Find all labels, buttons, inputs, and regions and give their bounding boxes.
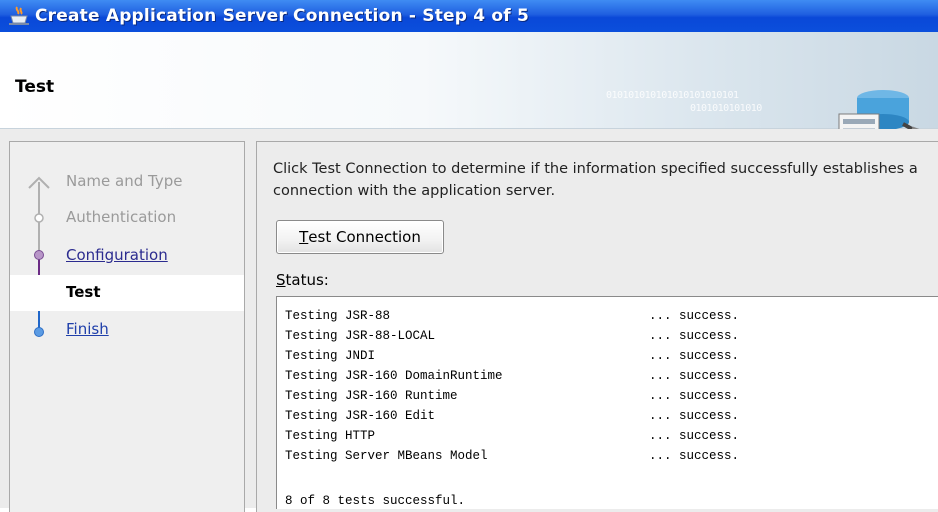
wizard-steps-panel: Name and Type Authentication Configurati… bbox=[9, 141, 245, 512]
step-label: Test bbox=[66, 283, 101, 301]
step-label[interactable]: Configuration bbox=[66, 246, 168, 264]
result-name: Testing JSR-160 DomainRuntime bbox=[285, 369, 503, 383]
step-name-and-type: Name and Type bbox=[10, 164, 244, 200]
result-status: ... success. bbox=[649, 449, 740, 463]
step-label: Name and Type bbox=[66, 172, 183, 190]
result-name: Testing JSR-160 Runtime bbox=[285, 389, 458, 403]
result-name: Testing JSR-160 Edit bbox=[285, 409, 436, 423]
status-label: Status: bbox=[276, 271, 329, 289]
status-output[interactable]: Testing JSR-88 ... success. Testing JSR-8… bbox=[276, 296, 938, 509]
step-finish[interactable]: Finish bbox=[10, 312, 244, 348]
window-titlebar[interactable]: Create Application Server Connection - S… bbox=[0, 0, 938, 32]
page-title: Test bbox=[15, 77, 55, 97]
step-label: Authentication bbox=[66, 208, 177, 226]
window-title: Create Application Server Connection - S… bbox=[35, 6, 530, 26]
step-authentication: Authentication bbox=[10, 200, 244, 236]
result-name: Testing Server MBeans Model bbox=[285, 449, 488, 463]
step-test: Test bbox=[10, 275, 244, 311]
results-summary: 8 of 8 tests successful. bbox=[285, 494, 466, 508]
result-status: ... success. bbox=[649, 429, 740, 443]
button-mnemonic: T bbox=[299, 228, 309, 246]
result-status: ... success. bbox=[649, 369, 740, 383]
step-configuration[interactable]: Configuration bbox=[10, 238, 244, 274]
result-status: ... success. bbox=[649, 389, 740, 403]
result-status: ... success. bbox=[649, 329, 740, 343]
result-name: Testing JNDI bbox=[285, 349, 376, 363]
button-label: est Connection bbox=[308, 228, 421, 246]
result-status: ... success. bbox=[649, 409, 740, 423]
intro-text: Click Test Connection to determine if th… bbox=[273, 161, 918, 199]
wizard-header: Test 010101010101010101010101 0101010101… bbox=[0, 32, 938, 151]
step-label[interactable]: Finish bbox=[66, 320, 109, 338]
result-status: ... success. bbox=[649, 309, 740, 323]
coffee-cup-icon bbox=[9, 6, 29, 25]
result-status: ... success. bbox=[649, 349, 740, 363]
result-name: Testing HTTP bbox=[285, 429, 376, 443]
header-binary-decoration: 010101010101010101010101 bbox=[606, 90, 739, 101]
status-mnemonic: S bbox=[276, 271, 286, 289]
test-connection-button[interactable]: Test Connection bbox=[276, 220, 444, 254]
header-binary-decoration-2: 0101010101010 bbox=[690, 103, 762, 114]
status-label-text: tatus: bbox=[285, 271, 329, 289]
result-name: Testing JSR-88-LOCAL bbox=[285, 329, 436, 343]
result-name: Testing JSR-88 bbox=[285, 309, 391, 323]
